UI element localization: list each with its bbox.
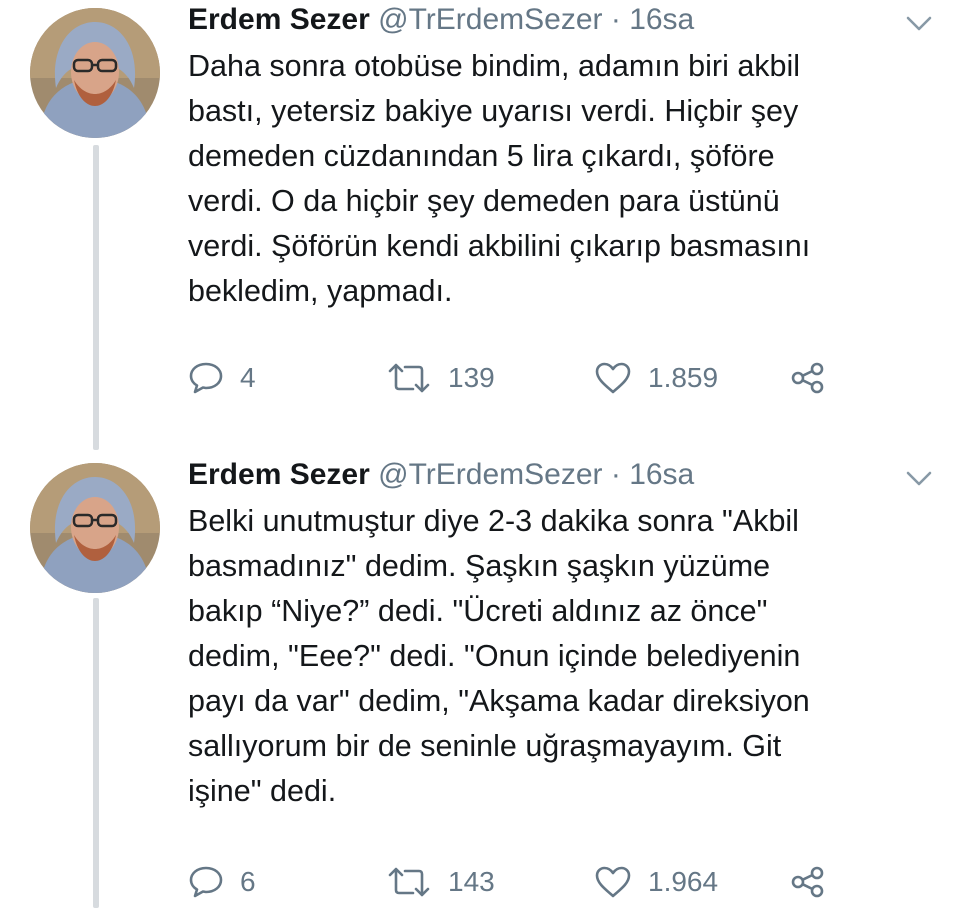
avatar[interactable] bbox=[30, 8, 160, 138]
reply-icon bbox=[189, 362, 223, 394]
tweet-header: Erdem Sezer @TrErdemSezer · 16sa bbox=[188, 0, 694, 40]
tweet-actions: 6 143 1.964 bbox=[188, 862, 948, 902]
timestamp[interactable]: 16sa bbox=[629, 458, 694, 491]
profile-photo bbox=[30, 8, 160, 138]
thread-line bbox=[93, 145, 99, 450]
author-name[interactable]: Erdem Sezer bbox=[188, 3, 370, 36]
like-button[interactable]: 1.859 bbox=[594, 358, 718, 398]
separator-dot: · bbox=[610, 3, 621, 36]
tweet-text: Belki unutmuştur diye 2-3 dakika sonra "… bbox=[188, 504, 810, 808]
heart-icon bbox=[595, 866, 631, 898]
share-button[interactable] bbox=[790, 862, 826, 902]
tweet-header: Erdem Sezer @TrErdemSezer · 16sa bbox=[188, 455, 694, 495]
reply-count: 6 bbox=[240, 866, 256, 897]
retweet-count: 139 bbox=[448, 362, 495, 393]
like-count: 1.964 bbox=[648, 866, 719, 897]
author-handle[interactable]: @TrErdemSezer bbox=[378, 3, 602, 36]
author-handle[interactable]: @TrErdemSezer bbox=[378, 458, 602, 491]
share-button[interactable] bbox=[790, 358, 826, 398]
share-icon bbox=[791, 362, 824, 394]
like-button[interactable]: 1.964 bbox=[594, 862, 718, 902]
chevron-down-icon[interactable] bbox=[904, 14, 934, 34]
reply-button[interactable]: 6 bbox=[188, 862, 256, 902]
reply-count: 4 bbox=[240, 362, 256, 393]
retweet-icon bbox=[388, 363, 430, 393]
retweet-icon bbox=[388, 867, 430, 897]
chevron-down-icon[interactable] bbox=[904, 469, 934, 489]
tweet-text: Daha sonra otobüse bindim, adamın biri a… bbox=[188, 49, 811, 308]
retweet-count: 143 bbox=[448, 866, 495, 897]
profile-photo bbox=[30, 463, 160, 593]
timestamp[interactable]: 16sa bbox=[629, 3, 694, 36]
tweet-actions: 4 139 1.859 bbox=[188, 358, 948, 398]
retweet-button[interactable]: 143 bbox=[386, 862, 495, 902]
thread-line bbox=[93, 598, 99, 908]
reply-button[interactable]: 4 bbox=[188, 358, 256, 398]
avatar[interactable] bbox=[30, 463, 160, 593]
share-icon bbox=[791, 866, 824, 898]
author-name[interactable]: Erdem Sezer bbox=[188, 458, 370, 491]
like-count: 1.859 bbox=[648, 362, 719, 393]
heart-icon bbox=[595, 362, 631, 394]
separator-dot: · bbox=[610, 458, 621, 491]
reply-icon bbox=[189, 866, 223, 898]
retweet-button[interactable]: 139 bbox=[386, 358, 495, 398]
